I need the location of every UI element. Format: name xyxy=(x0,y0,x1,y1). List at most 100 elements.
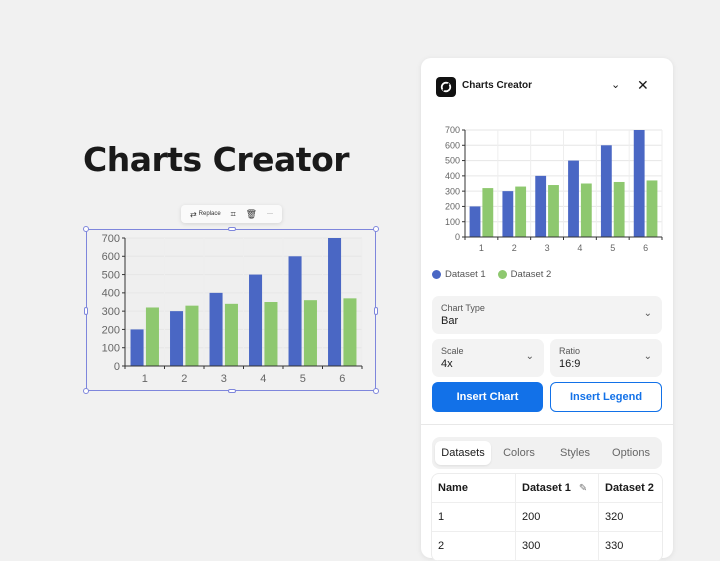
insert-chart-button[interactable]: Insert Chart xyxy=(432,382,543,412)
y-tick-label: 400 xyxy=(102,288,120,300)
y-tick-label: 300 xyxy=(445,186,460,196)
insert-legend-button[interactable]: Insert Legend xyxy=(550,382,662,412)
crop-button[interactable]: ⌗ xyxy=(231,209,236,220)
chevron-down-icon: ⌄ xyxy=(643,351,652,362)
bar-dataset-2-2 xyxy=(515,186,527,237)
bar-dataset-1-2 xyxy=(170,311,184,366)
bar-dataset-2-4 xyxy=(580,183,592,237)
delete-button[interactable]: 🗑 xyxy=(246,209,257,220)
cell-dataset-1[interactable]: 200 xyxy=(516,503,599,531)
bar-dataset-2-1 xyxy=(482,188,494,237)
resize-handle-left[interactable] xyxy=(84,307,88,315)
chart-type-select[interactable]: Chart Type Bar ⌄ xyxy=(432,296,662,334)
y-tick-label: 700 xyxy=(445,125,460,135)
more-button[interactable]: ··· xyxy=(267,211,273,217)
legend-label: Dataset 1 xyxy=(445,269,486,280)
cell-name[interactable]: 2 xyxy=(432,532,516,560)
resize-handle-br[interactable] xyxy=(373,388,379,394)
resize-handle-bottom[interactable] xyxy=(228,389,236,393)
bar-dataset-1-1 xyxy=(130,329,144,366)
column-header-label: Dataset 1 xyxy=(522,482,571,494)
datasets-table: Name Dataset 1 ✎ Dataset 2 1 200 320 2 3… xyxy=(432,474,662,561)
legend-swatch-dataset-2 xyxy=(497,270,507,279)
replace-button[interactable]: ⇄ Replace xyxy=(190,210,221,219)
y-tick-label: 500 xyxy=(102,269,120,281)
preview-chart: 0 100 200 300 400 500 600 700 1 2 3 4 5 6 xyxy=(445,125,663,253)
x-tick-label: 6 xyxy=(339,373,345,385)
bar-dataset-2-3 xyxy=(548,185,559,237)
bar-dataset-1-6 xyxy=(328,238,342,366)
column-header-name: Name xyxy=(432,474,516,502)
bar-dataset-2-5 xyxy=(613,181,625,237)
bar-dataset-2-1 xyxy=(145,307,159,366)
legend-item-dataset-1: Dataset 1 xyxy=(432,269,486,280)
bar-dataset-2-6 xyxy=(343,298,357,366)
y-tick-label: 200 xyxy=(445,202,460,212)
tab-colors[interactable]: Colors xyxy=(491,441,547,465)
y-tick-label: 100 xyxy=(445,217,460,227)
selected-chart[interactable]: 0 100 200 300 400 500 600 700 1 2 3 4 5 6 xyxy=(83,226,379,394)
app-logo-icon xyxy=(436,77,456,97)
ratio-select[interactable]: Ratio 16:9 ⌄ xyxy=(550,339,662,377)
cell-dataset-2[interactable]: 330 xyxy=(599,532,662,560)
crop-icon: ⌗ xyxy=(230,208,236,219)
legend-label: Dataset 2 xyxy=(510,269,552,280)
resize-handle-tl[interactable] xyxy=(83,226,89,232)
bar-dataset-1-5 xyxy=(600,145,612,237)
x-tick-label: 6 xyxy=(643,243,648,253)
bar-dataset-2-2 xyxy=(185,305,199,366)
table-row: 1 200 320 xyxy=(432,503,662,532)
scale-select[interactable]: Scale 4x ⌄ xyxy=(432,339,544,377)
resize-handle-right[interactable] xyxy=(374,307,378,315)
tab-datasets[interactable]: Datasets xyxy=(435,441,491,465)
bar-dataset-2-3 xyxy=(224,303,238,366)
y-tick-label: 600 xyxy=(102,251,120,263)
resize-handle-top[interactable] xyxy=(228,227,236,231)
column-header-dataset-2[interactable]: Dataset 2 xyxy=(599,474,662,502)
ratio-label: Ratio xyxy=(559,346,581,356)
scale-value: 4x xyxy=(441,358,453,370)
x-tick-label: 1 xyxy=(479,243,484,253)
trash-icon: 🗑 xyxy=(245,208,258,219)
cell-name[interactable]: 1 xyxy=(432,503,516,531)
table-row: 2 300 330 xyxy=(432,532,662,561)
cell-dataset-2[interactable]: 320 xyxy=(599,503,662,531)
x-tick-label: 3 xyxy=(221,373,227,385)
chart-type-label: Chart Type xyxy=(441,303,485,313)
x-tick-label: 4 xyxy=(577,243,582,253)
y-tick-label: 300 xyxy=(102,306,120,318)
y-tick-label: 0 xyxy=(114,361,120,373)
x-tick-label: 2 xyxy=(181,373,187,385)
resize-handle-bl[interactable] xyxy=(83,388,89,394)
y-tick-label: 700 xyxy=(102,233,120,245)
bar-dataset-1-5 xyxy=(288,256,302,366)
bar-dataset-1-3 xyxy=(535,175,547,237)
y-tick-label: 200 xyxy=(102,324,120,336)
x-tick-label: 3 xyxy=(545,243,550,253)
tab-options[interactable]: Options xyxy=(603,441,659,465)
x-tick-label: 5 xyxy=(610,243,615,253)
tab-styles[interactable]: Styles xyxy=(547,441,603,465)
x-tick-label: 4 xyxy=(260,373,266,385)
bar-dataset-1-6 xyxy=(633,130,645,237)
bar-dataset-1-1 xyxy=(469,206,481,237)
x-tick-label: 2 xyxy=(512,243,517,253)
resize-handle-tr[interactable] xyxy=(373,226,379,232)
chart-toolbar: ⇄ Replace ⌗ 🗑 ··· xyxy=(181,205,282,223)
y-tick-label: 600 xyxy=(445,140,460,150)
x-tick-label: 5 xyxy=(300,373,306,385)
chevron-down-icon: ⌄ xyxy=(643,308,652,319)
x-tick-label: 1 xyxy=(142,373,148,385)
section-divider xyxy=(421,424,673,425)
legend-item-dataset-2: Dataset 2 xyxy=(497,269,552,280)
cell-dataset-1[interactable]: 300 xyxy=(516,532,599,560)
column-header-dataset-1[interactable]: Dataset 1 ✎ xyxy=(516,474,599,502)
replace-icon: ⇄ xyxy=(189,209,197,219)
legend-swatch-dataset-1 xyxy=(432,270,441,279)
bar-dataset-1-2 xyxy=(502,191,514,237)
pencil-icon[interactable]: ✎ xyxy=(579,483,587,494)
bar-dataset-1-4 xyxy=(249,274,263,366)
collapse-chevron-icon[interactable]: ⌄ xyxy=(611,78,620,91)
settings-tabs: Datasets Colors Styles Options xyxy=(432,437,662,469)
close-icon[interactable]: ✕ xyxy=(637,77,649,94)
